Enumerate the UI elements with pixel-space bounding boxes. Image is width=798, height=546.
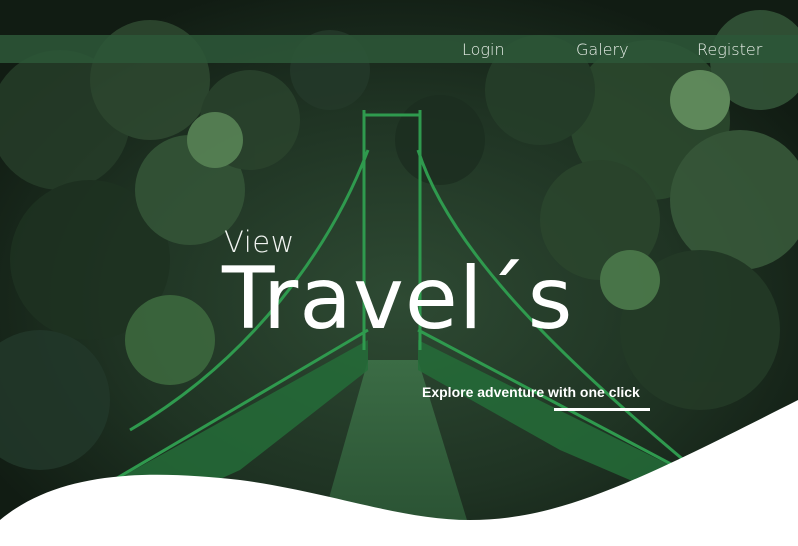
hero-tagline[interactable]: Explore adventure with one click (422, 384, 640, 400)
hero-section: Login Galery Register View Travel´s Expl… (0, 0, 798, 546)
nav-login-link[interactable]: Login (462, 40, 505, 59)
nav-galery-link[interactable]: Galery (576, 40, 629, 59)
navbar: Login Galery Register (0, 35, 798, 63)
nav-register-link[interactable]: Register (697, 40, 762, 59)
hero-title: Travel´s (222, 249, 574, 349)
tagline-underline (554, 408, 650, 411)
